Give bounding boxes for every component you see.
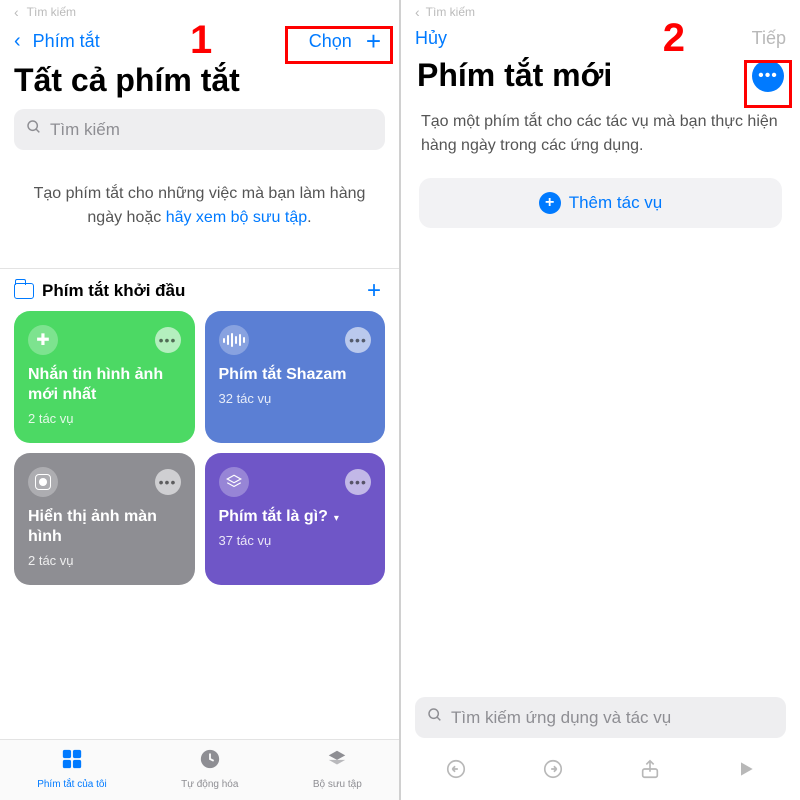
card-subtitle: 2 tác vụ: [28, 411, 181, 426]
gallery-icon: [326, 748, 348, 776]
status-back-faint: ‹ Tìm kiếm: [401, 0, 800, 22]
stacks-icon: [219, 467, 249, 497]
tab-gallery[interactable]: Bộ sưu tập: [313, 748, 362, 790]
editor-toolbar: [401, 748, 800, 800]
more-options-button[interactable]: •••: [752, 60, 784, 92]
tab-label: Bộ sưu tập: [313, 779, 362, 790]
screenshot-icon: [28, 467, 58, 497]
info-text: Tạo phím tắt cho những việc mà bạn làm h…: [0, 160, 399, 258]
card-subtitle: 2 tác vụ: [28, 553, 181, 568]
shortcut-card[interactable]: ••• Hiển thị ảnh màn hình 2 tác vụ: [14, 453, 195, 585]
navbar: Hủy Tiếp: [401, 22, 800, 53]
page-title: Phím tắt mới: [417, 57, 612, 94]
undo-button[interactable]: [445, 758, 467, 786]
select-button[interactable]: Chọn: [309, 31, 352, 52]
plus-circle-icon: +: [539, 192, 561, 214]
tab-automation[interactable]: Tự động hóa: [181, 748, 238, 790]
card-title: Phím tắt là gì?: [219, 507, 328, 527]
section-header: Phím tắt khởi đầu +: [0, 269, 399, 311]
more-icon[interactable]: •••: [155, 327, 181, 353]
chevron-left-icon: ‹: [14, 4, 19, 20]
add-action-label: Thêm tác vụ: [569, 193, 663, 213]
tab-label: Phím tắt của tôi: [37, 779, 106, 790]
plus-button[interactable]: +: [362, 28, 385, 54]
nav-back-button[interactable]: ‹ Phím tắt: [14, 30, 100, 53]
add-action-button[interactable]: + Thêm tác vụ: [419, 178, 782, 228]
cancel-button[interactable]: Hủy: [415, 28, 447, 49]
next-button[interactable]: Tiếp: [752, 28, 786, 49]
page-title: Tất cả phím tắt: [0, 58, 399, 109]
card-subtitle: 37 tác vụ: [219, 533, 372, 548]
faint-back-label: Tìm kiếm: [27, 5, 76, 19]
chevron-left-icon: ‹: [415, 4, 420, 20]
redo-button[interactable]: [542, 758, 564, 786]
wave-icon: [219, 325, 249, 355]
shortcut-card[interactable]: ••• Phím tắt Shazam 32 tác vụ: [205, 311, 386, 443]
tab-label: Tự động hóa: [181, 779, 238, 790]
search-apps-input[interactable]: Tìm kiếm ứng dụng và tác vụ: [415, 697, 786, 738]
tab-bar: Phím tắt của tôi Tự động hóa Bộ sưu tập: [0, 739, 399, 800]
search-icon: [26, 119, 42, 140]
annotation-label-1: 1: [190, 18, 212, 63]
gallery-link[interactable]: hãy xem bộ sưu tập: [166, 209, 307, 226]
chevron-down-icon: ▾: [334, 513, 339, 524]
chevron-left-icon: ‹: [14, 30, 21, 53]
clock-icon: [199, 748, 221, 776]
annotation-label-2: 2: [663, 16, 685, 61]
more-icon[interactable]: •••: [345, 327, 371, 353]
grid-icon: [61, 748, 83, 776]
screen-new-shortcut: ‹ Tìm kiếm Hủy Tiếp Phím tắt mới ••• Tạo…: [401, 0, 800, 800]
section-title: Phím tắt khởi đầu: [42, 281, 185, 301]
more-icon[interactable]: •••: [345, 469, 371, 495]
more-icon[interactable]: •••: [155, 469, 181, 495]
card-title: Nhắn tin hình ảnh mới nhất: [28, 365, 181, 405]
shortcut-grid: ✚ ••• Nhắn tin hình ảnh mới nhất 2 tác v…: [0, 311, 399, 585]
shortcut-card[interactable]: ✚ ••• Nhắn tin hình ảnh mới nhất 2 tác v…: [14, 311, 195, 443]
shortcut-card[interactable]: ••• Phím tắt là gì? ▾ 37 tác vụ: [205, 453, 386, 585]
play-button[interactable]: [736, 759, 756, 785]
card-title: Hiển thị ảnh màn hình: [28, 507, 181, 547]
share-button[interactable]: [639, 758, 661, 786]
card-title: Phím tắt Shazam: [219, 365, 372, 385]
folder-icon: [14, 283, 34, 299]
section-plus-button[interactable]: +: [363, 279, 385, 303]
nav-back-label: Phím tắt: [33, 31, 100, 52]
message-icon: ✚: [28, 325, 58, 355]
description-text: Tạo một phím tắt cho các tác vụ mà bạn t…: [401, 100, 800, 178]
tab-my-shortcuts[interactable]: Phím tắt của tôi: [37, 748, 106, 790]
search-placeholder: Tìm kiếm ứng dụng và tác vụ: [451, 708, 671, 728]
card-subtitle: 32 tác vụ: [219, 391, 372, 406]
search-icon: [427, 707, 443, 728]
search-input[interactable]: Tìm kiếm: [14, 109, 385, 150]
faint-back-label: Tìm kiếm: [426, 5, 475, 19]
screen-shortcuts-list: ‹ Tìm kiếm ‹ Phím tắt Chọn + Tất cả phím…: [0, 0, 399, 800]
search-placeholder: Tìm kiếm: [50, 120, 120, 140]
